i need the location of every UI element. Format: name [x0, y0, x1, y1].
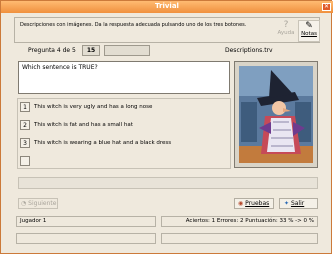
notes-label: Notas [301, 31, 317, 37]
tests-label: Pruebas [245, 200, 270, 207]
exit-button[interactable]: ✦ Salir [279, 198, 318, 209]
app-window: Trivial ✕ Descripciones con imágenes. Da… [0, 0, 333, 254]
instructions-text: Descripciones con imágenes. Da la respue… [20, 22, 247, 28]
question-counter: Pregunta 4 de 5 [28, 47, 76, 54]
question-picture [234, 61, 318, 168]
continue-label: Siguiente [28, 200, 57, 207]
player-field: Jugador 1 [16, 216, 156, 227]
help-button[interactable]: ? Ayuda [275, 20, 297, 42]
notes-button[interactable]: ✎ Notas [298, 20, 320, 42]
timer-field [104, 45, 150, 56]
answer-2-button[interactable]: 2 [20, 120, 30, 130]
answer-1-text: This witch is very ugly and has a long n… [34, 104, 153, 110]
results-field: Aciertos: 1 Errores: 2 Puntuación: 33 % … [161, 216, 318, 227]
continue-button[interactable]: ◔ Siguiente [18, 198, 58, 209]
notes-icon: ✎ [305, 21, 313, 31]
feedback-field [18, 177, 318, 189]
question-box: Which sentence is TRUE? [18, 61, 230, 94]
tests-button[interactable]: ◉ Pruebas [234, 198, 274, 209]
answer-3-button[interactable]: 3 [20, 138, 30, 148]
title-bar: Trivial ✕ [1, 1, 333, 13]
exit-label: Salir [290, 200, 305, 207]
question-text: Which sentence is TRUE? [22, 64, 98, 71]
help-icon: ? [283, 20, 289, 30]
close-icon[interactable]: ✕ [322, 3, 331, 11]
window-title: Trivial [155, 2, 179, 10]
status-field-right [161, 233, 318, 244]
exit-icon: ✦ [284, 200, 291, 207]
file-name: Descriptions.trv [225, 47, 273, 54]
answer-3-text: This witch is wearing a blue hat and a b… [34, 140, 172, 146]
answer-2-text: This witch is fat and has a small hat [34, 122, 133, 128]
witch-illustration [235, 62, 317, 167]
status-field-left [16, 233, 156, 244]
answer-4-button[interactable] [20, 156, 30, 166]
score-value: 15 [82, 45, 100, 56]
answer-1-button[interactable]: 1 [20, 102, 30, 112]
help-label: Ayuda [277, 30, 295, 36]
